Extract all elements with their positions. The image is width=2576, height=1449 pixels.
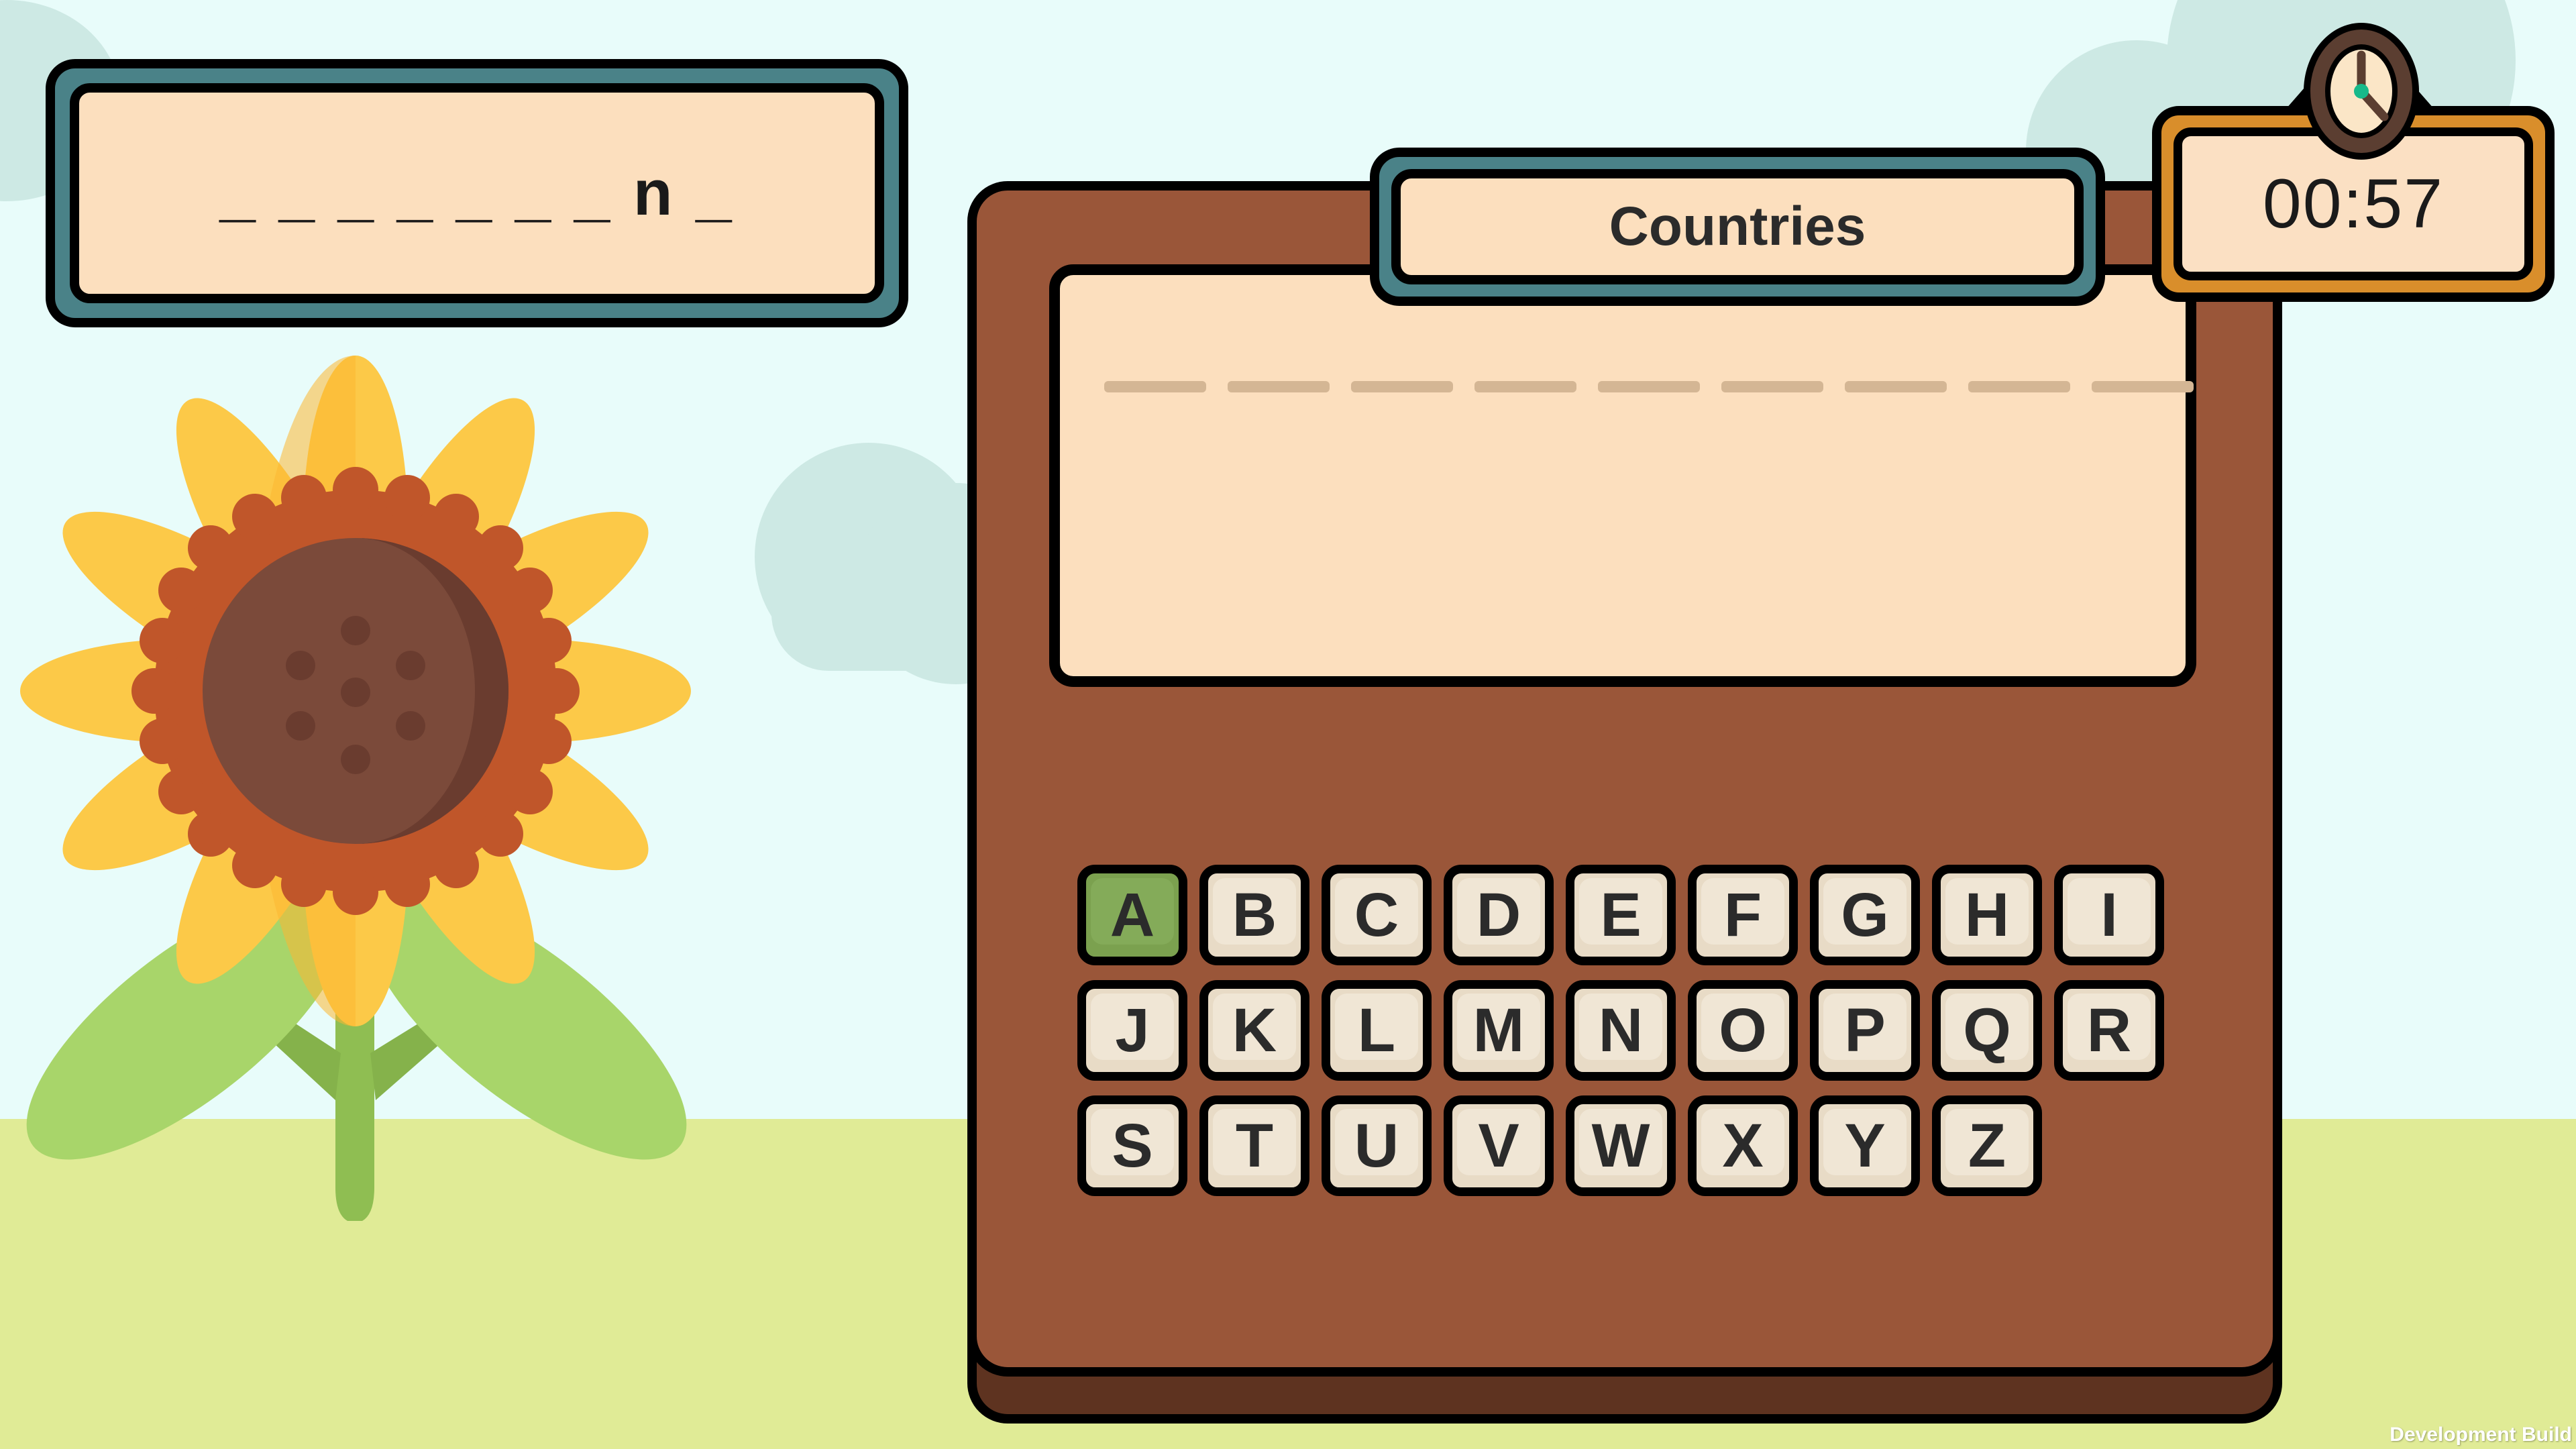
word-progress-face: _ _ _ _ _ _ _ n _ bbox=[70, 83, 884, 303]
key-label: A bbox=[1110, 880, 1155, 949]
key-q[interactable]: Q bbox=[1932, 980, 2042, 1081]
key-label: W bbox=[1591, 1111, 1650, 1180]
key-r[interactable]: R bbox=[2054, 980, 2164, 1081]
key-label: G bbox=[1841, 880, 1889, 949]
game-scene: _ _ _ _ _ _ _ n _ A B C D E F G H I J K … bbox=[0, 0, 2576, 1449]
key-label: D bbox=[1476, 880, 1521, 949]
key-label: C bbox=[1354, 880, 1399, 949]
letter-slot bbox=[1968, 381, 2070, 392]
key-i[interactable]: I bbox=[2054, 865, 2164, 965]
timer-value: 00:57 bbox=[2262, 164, 2445, 243]
key-j[interactable]: J bbox=[1077, 980, 1187, 1081]
key-g[interactable]: G bbox=[1810, 865, 1920, 965]
key-v[interactable]: V bbox=[1444, 1095, 1554, 1196]
timer-widget: 00:57 bbox=[2152, 7, 2568, 315]
key-c[interactable]: C bbox=[1322, 865, 1432, 965]
key-label: X bbox=[1722, 1111, 1764, 1180]
keyboard-row-1: A B C D E F G H I bbox=[1077, 865, 2198, 965]
key-e[interactable]: E bbox=[1566, 865, 1676, 965]
category-panel: Countries bbox=[1370, 148, 2105, 306]
key-label: L bbox=[1357, 996, 1396, 1065]
key-u[interactable]: U bbox=[1322, 1095, 1432, 1196]
game-board: A B C D E F G H I J K L M N O P Q R S T … bbox=[967, 181, 2282, 1377]
category-face: Countries bbox=[1391, 169, 2084, 284]
key-n[interactable]: N bbox=[1566, 980, 1676, 1081]
letter-slot bbox=[1845, 381, 1947, 392]
key-label: K bbox=[1232, 996, 1277, 1065]
key-label: S bbox=[1112, 1111, 1153, 1180]
clock-icon bbox=[2304, 23, 2419, 160]
key-label: M bbox=[1472, 996, 1525, 1065]
key-t[interactable]: T bbox=[1199, 1095, 1309, 1196]
letter-slot-row bbox=[1104, 381, 2194, 392]
key-p[interactable]: P bbox=[1810, 980, 1920, 1081]
key-label: E bbox=[1600, 880, 1642, 949]
guess-display-panel bbox=[1049, 264, 2196, 687]
sunflower-decoration bbox=[20, 356, 691, 1221]
keyboard-row-2: J K L M N O P Q R bbox=[1077, 980, 2198, 1081]
key-b[interactable]: B bbox=[1199, 865, 1309, 965]
key-s[interactable]: S bbox=[1077, 1095, 1187, 1196]
key-label: Z bbox=[1968, 1111, 2006, 1180]
key-label: H bbox=[1964, 880, 2010, 949]
key-label: Y bbox=[1844, 1111, 1886, 1180]
key-d[interactable]: D bbox=[1444, 865, 1554, 965]
key-x[interactable]: X bbox=[1688, 1095, 1798, 1196]
key-label: Q bbox=[1963, 996, 2011, 1065]
key-label: R bbox=[2086, 996, 2132, 1065]
keyboard-row-3: S T U V W X Y Z bbox=[1077, 1095, 2198, 1196]
key-label: I bbox=[2100, 880, 2118, 949]
letter-slot bbox=[1474, 381, 1576, 392]
key-label: F bbox=[1723, 880, 1762, 949]
key-f[interactable]: F bbox=[1688, 865, 1798, 965]
letter-slot bbox=[1598, 381, 1700, 392]
key-label: B bbox=[1232, 880, 1277, 949]
key-label: N bbox=[1598, 996, 1644, 1065]
key-label: O bbox=[1719, 996, 1767, 1065]
key-label: V bbox=[1478, 1111, 1519, 1180]
letter-slot bbox=[2092, 381, 2194, 392]
letter-slot bbox=[1351, 381, 1453, 392]
letter-slot bbox=[1104, 381, 1206, 392]
key-o[interactable]: O bbox=[1688, 980, 1798, 1081]
key-label: T bbox=[1235, 1111, 1274, 1180]
category-label: Countries bbox=[1609, 196, 1866, 257]
key-w[interactable]: W bbox=[1566, 1095, 1676, 1196]
key-label: U bbox=[1354, 1111, 1399, 1180]
key-h[interactable]: H bbox=[1932, 865, 2042, 965]
key-k[interactable]: K bbox=[1199, 980, 1309, 1081]
word-progress-text: _ _ _ _ _ _ _ n _ bbox=[219, 157, 735, 229]
key-l[interactable]: L bbox=[1322, 980, 1432, 1081]
key-m[interactable]: M bbox=[1444, 980, 1554, 1081]
word-progress-panel: _ _ _ _ _ _ _ n _ bbox=[46, 59, 908, 327]
key-a[interactable]: A bbox=[1077, 865, 1187, 965]
letter-slot bbox=[1721, 381, 1823, 392]
key-z[interactable]: Z bbox=[1932, 1095, 2042, 1196]
letter-keyboard: A B C D E F G H I J K L M N O P Q R S T … bbox=[1077, 865, 2198, 1211]
development-build-watermark: Development Build bbox=[2390, 1424, 2572, 1446]
letter-slot bbox=[1228, 381, 1330, 392]
key-label: J bbox=[1115, 996, 1150, 1065]
key-y[interactable]: Y bbox=[1810, 1095, 1920, 1196]
key-label: P bbox=[1844, 996, 1886, 1065]
